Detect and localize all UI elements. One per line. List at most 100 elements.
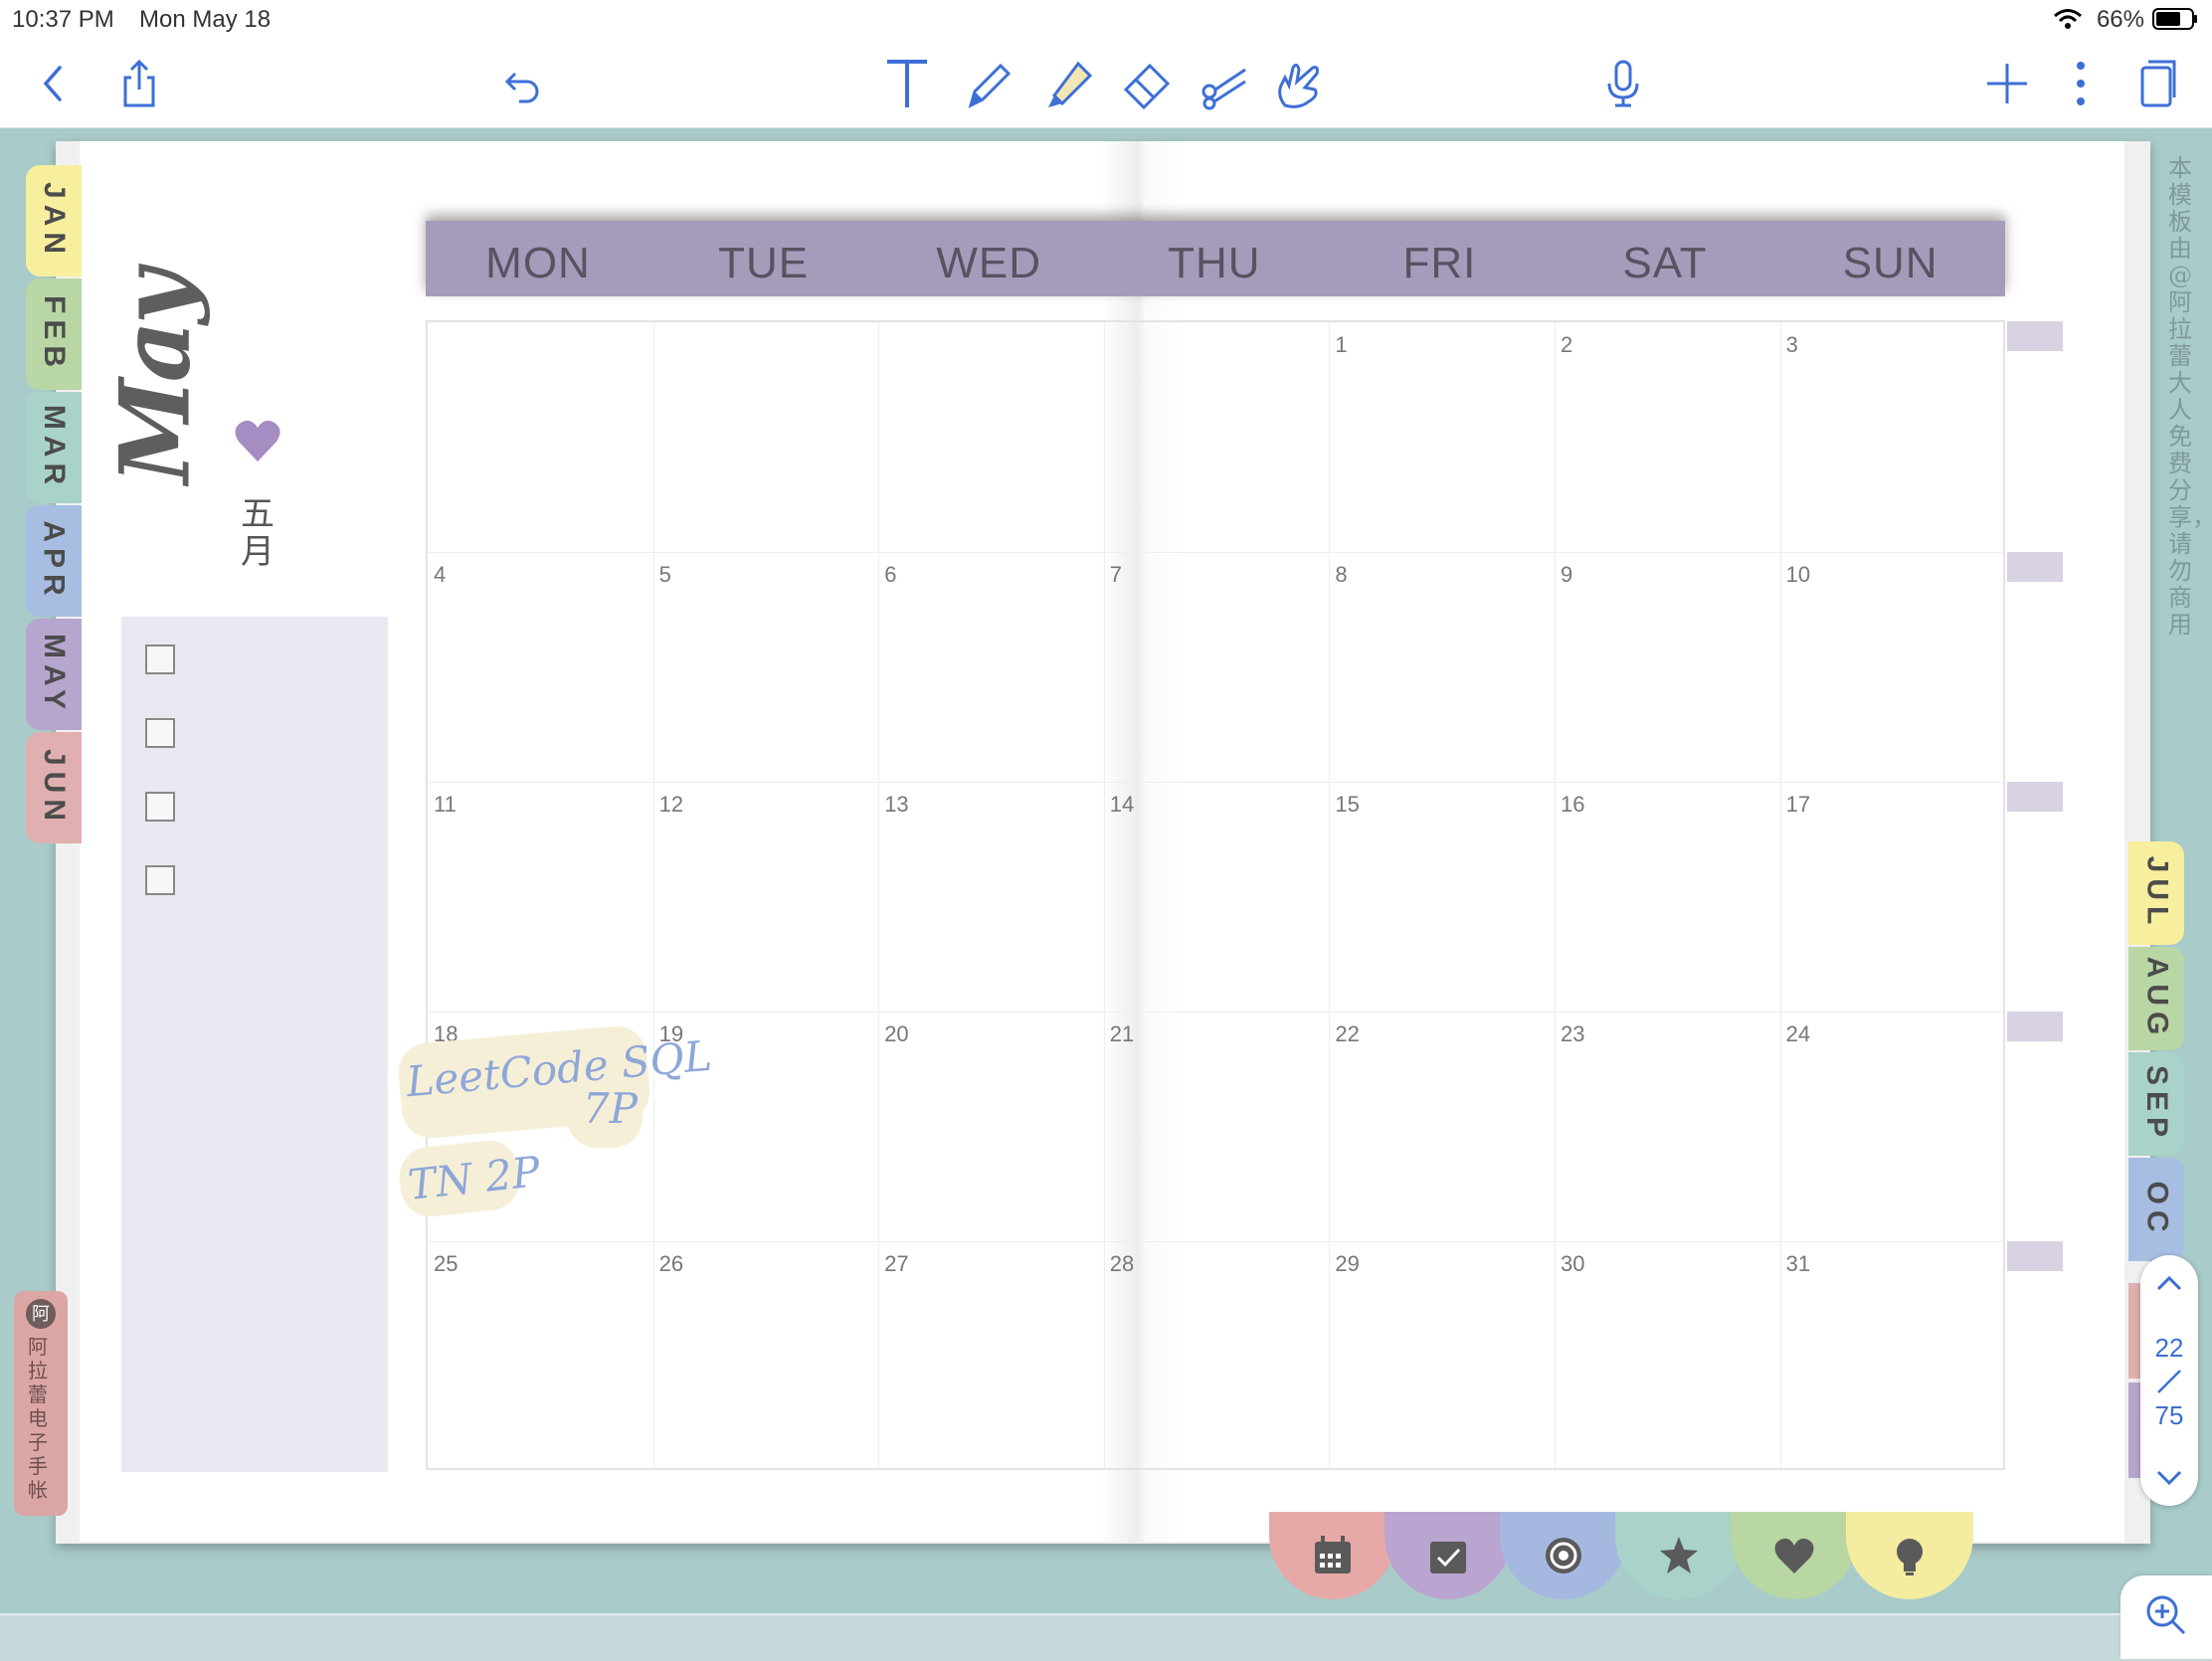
month-chinese: 五月	[241, 494, 275, 572]
week-marker	[2007, 1241, 2063, 1271]
undo-icon[interactable]	[491, 52, 555, 115]
day-number[interactable]: 3	[1786, 332, 1798, 358]
heart-icon	[235, 420, 280, 461]
lasso-icon[interactable]	[1192, 52, 1255, 115]
grid-row-line	[428, 552, 2003, 553]
day-number[interactable]: 31	[1786, 1251, 1810, 1277]
checklist-tab[interactable]	[1384, 1512, 1512, 1599]
day-number[interactable]: 20	[884, 1021, 908, 1047]
grid-column-line	[1779, 322, 1781, 1468]
month-tab-label: JAN	[38, 181, 72, 261]
checklist-icon	[1430, 1542, 1466, 1573]
week-marker	[2007, 1012, 2063, 1041]
month-tab-mar[interactable]: MAR	[26, 392, 82, 503]
note-7p: 7P	[583, 1084, 638, 1133]
back-icon[interactable]	[22, 52, 86, 115]
grid-row-line	[428, 1241, 2003, 1242]
lightbulb-icon	[1897, 1539, 1923, 1575]
pen-icon[interactable]	[955, 52, 1018, 115]
calendar-grid[interactable]: 1 2 3 4 5 6 7 8 9 10 11 12 13 14 15 16 17 18 19 20 21 22 23 24 2…	[426, 320, 2005, 1470]
weekday-label: THU	[1168, 239, 1261, 287]
calendar-tab[interactable]	[1269, 1512, 1396, 1599]
month-tab-feb[interactable]: FEB	[26, 278, 82, 390]
zoom-button[interactable]	[2120, 1575, 2212, 1659]
text-tool-icon[interactable]	[875, 52, 939, 115]
page-view-icon[interactable]	[2126, 52, 2190, 115]
month-tab-label: SEP	[2140, 1064, 2173, 1144]
day-number[interactable]: 7	[1110, 562, 1122, 588]
page-navigator: 22 75	[2140, 1255, 2198, 1506]
month-tab-aug[interactable]: AUG	[2128, 947, 2184, 1050]
weekday-label: SUN	[1842, 239, 1938, 287]
month-tab-label: MAR	[38, 404, 72, 491]
day-number[interactable]: 21	[1110, 1021, 1134, 1047]
at-sign-tab[interactable]	[1500, 1512, 1627, 1599]
weekday-label: SAT	[1622, 239, 1708, 287]
microphone-icon[interactable]	[1591, 52, 1655, 115]
day-number[interactable]: 6	[884, 562, 896, 588]
day-number[interactable]: 27	[884, 1251, 908, 1277]
weekday-label: FRI	[1402, 239, 1477, 287]
status-bar: 10:37 PM Mon May 18 66%	[0, 0, 2212, 40]
day-number[interactable]: 13	[884, 792, 908, 818]
toolbar	[0, 40, 2212, 128]
day-number[interactable]: 25	[434, 1251, 458, 1277]
month-tab-label: OC	[2140, 1181, 2173, 1238]
chevron-down-icon[interactable]	[2154, 1462, 2184, 1492]
day-number[interactable]: 1	[1335, 332, 1347, 358]
brand-logo: 阿	[26, 1299, 56, 1329]
more-icon[interactable]	[2049, 52, 2113, 115]
week-marker	[2007, 552, 2063, 582]
month-tab-jun[interactable]: JUN	[26, 732, 82, 843]
month-title: May	[95, 253, 227, 581]
day-number[interactable]: 14	[1110, 792, 1134, 818]
status-date: Mon May 18	[139, 6, 272, 33]
chevron-up-icon[interactable]	[2154, 1269, 2184, 1299]
star-tab[interactable]	[1615, 1512, 1743, 1599]
day-number[interactable]: 22	[1335, 1021, 1359, 1047]
month-tab-apr[interactable]: APR	[26, 505, 82, 617]
day-number[interactable]: 24	[1786, 1021, 1810, 1047]
day-number[interactable]: 23	[1561, 1021, 1584, 1047]
month-tab-sep[interactable]: SEP	[2128, 1052, 2184, 1156]
day-number[interactable]: 8	[1335, 562, 1347, 588]
month-tab-jan[interactable]: JAN	[26, 165, 82, 277]
heart-tab[interactable]	[1731, 1512, 1858, 1599]
day-number[interactable]: 12	[659, 792, 683, 818]
day-number[interactable]: 2	[1561, 332, 1572, 358]
day-number[interactable]: 4	[434, 562, 446, 588]
grid-column-line	[1555, 322, 1556, 1468]
day-number[interactable]: 5	[659, 562, 671, 588]
hand-pointer-icon[interactable]	[1265, 52, 1329, 115]
day-number[interactable]: 9	[1561, 562, 1572, 588]
weekday-label: MON	[485, 239, 591, 287]
day-number[interactable]: 11	[434, 792, 457, 818]
day-number[interactable]: 26	[659, 1251, 683, 1277]
day-number[interactable]: 28	[1110, 1251, 1134, 1277]
day-number[interactable]: 16	[1561, 792, 1584, 818]
day-number[interactable]: 29	[1335, 1251, 1359, 1277]
month-tab-label: JUL	[2140, 855, 2173, 931]
todo-checkbox[interactable]	[145, 718, 175, 748]
lightbulb-tab[interactable]	[1846, 1512, 1973, 1599]
add-icon[interactable]	[1975, 52, 2039, 115]
todo-checkbox[interactable]	[145, 865, 175, 895]
at-sign-icon	[1546, 1538, 1581, 1573]
day-number[interactable]: 10	[1786, 562, 1810, 588]
month-tab-oc[interactable]: OC	[2128, 1158, 2184, 1261]
share-icon[interactable]	[107, 52, 171, 115]
todo-checkbox[interactable]	[145, 645, 175, 674]
day-number[interactable]: 15	[1335, 792, 1359, 818]
grid-column-line	[652, 322, 654, 1468]
highlighter-icon[interactable]	[1034, 52, 1098, 115]
month-tab-jul[interactable]: JUL	[2128, 841, 2184, 945]
eraser-icon[interactable]	[1114, 52, 1178, 115]
battery-icon	[2152, 8, 2197, 30]
todo-checkbox[interactable]	[145, 792, 175, 822]
day-number[interactable]: 30	[1561, 1251, 1584, 1277]
grid-row-line	[428, 782, 2003, 783]
month-tab-may[interactable]: MAY	[26, 619, 82, 730]
day-number[interactable]: 17	[1786, 792, 1810, 818]
calendar-icon	[1315, 1536, 1351, 1573]
brand-tab[interactable]: 阿 阿拉蕾电子手帐	[14, 1291, 68, 1516]
